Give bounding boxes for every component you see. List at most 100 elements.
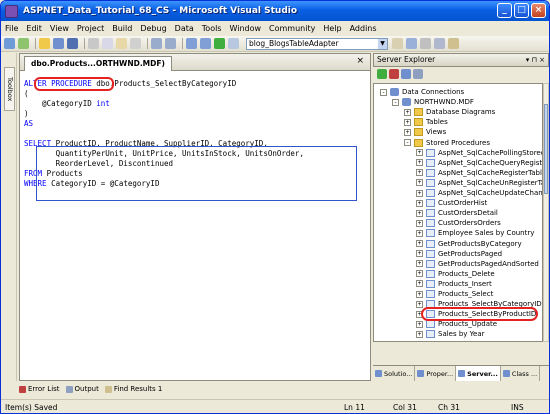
tree-node[interactable]: + GetProductsPaged [416, 249, 502, 259]
open-icon[interactable] [39, 38, 50, 49]
connect-server-icon[interactable] [413, 69, 423, 79]
tree-node[interactable]: + GetProductsPagedAndSorted [416, 259, 539, 269]
expand-icon[interactable]: + [416, 159, 423, 167]
copy-icon[interactable] [102, 38, 113, 49]
expand-icon[interactable]: + [416, 219, 423, 227]
refresh-icon[interactable] [377, 69, 387, 79]
tab-properties[interactable]: Proper... [415, 366, 457, 381]
menu-edit[interactable]: Edit [26, 24, 42, 33]
add-item-icon[interactable] [18, 38, 29, 49]
tab-class-view[interactable]: Class ... [501, 366, 541, 381]
expand-icon[interactable]: + [416, 250, 423, 258]
collapse-icon[interactable]: - [404, 139, 411, 146]
start-debug-icon[interactable] [214, 38, 225, 49]
close-document-icon[interactable]: × [356, 56, 364, 66]
expand-icon[interactable]: + [416, 149, 423, 157]
navigate-forward-icon[interactable] [200, 38, 211, 49]
undo-icon[interactable] [151, 38, 162, 49]
tree-node[interactable]: - Data Connections [380, 87, 464, 97]
tree-node[interactable]: + AspNet_SqlCacheUnRegisterTa [416, 178, 542, 188]
tab-error-list[interactable]: Error List [19, 385, 60, 393]
collapse-icon[interactable]: - [392, 98, 399, 106]
find-in-files-icon[interactable] [392, 38, 403, 49]
expand-icon[interactable]: + [416, 320, 423, 328]
solution-config-icon[interactable] [228, 38, 239, 49]
tree-node[interactable]: + AspNet_SqlCacheQueryRegiste [416, 158, 542, 168]
paste-icon[interactable] [116, 38, 127, 49]
redo-icon[interactable] [165, 38, 176, 49]
document-tab[interactable]: dbo.Products...ORTHWND.MDF) [24, 56, 172, 71]
cut-icon[interactable] [88, 38, 99, 49]
toolbox-icon[interactable] [448, 38, 459, 49]
tree-node[interactable]: + CustOrdersOrders [416, 218, 501, 228]
tab-find-results[interactable]: Find Results 1 [104, 385, 162, 393]
tree-node[interactable]: + AspNet_SqlCacheUpdateChang [416, 188, 542, 198]
expand-icon[interactable]: + [416, 189, 423, 197]
expand-icon[interactable]: + [416, 199, 423, 207]
collapse-icon[interactable]: - [380, 88, 387, 96]
tree-node[interactable]: + Products_Delete [416, 269, 495, 279]
expand-icon[interactable]: + [416, 300, 423, 308]
expand-icon[interactable]: + [416, 280, 423, 288]
menu-project[interactable]: Project [77, 24, 104, 33]
tree-scrollbar[interactable] [543, 83, 549, 342]
expand-icon[interactable]: + [416, 341, 423, 342]
tree-node[interactable]: + CustOrderHist [416, 198, 487, 208]
tree-node[interactable]: + Products_Select [416, 289, 493, 299]
menu-help[interactable]: Help [323, 24, 341, 33]
expand-icon[interactable]: + [404, 108, 411, 116]
expand-icon[interactable]: + [404, 128, 411, 136]
expand-icon[interactable]: + [416, 270, 423, 278]
menu-tools[interactable]: Tools [202, 24, 222, 33]
expand-icon[interactable]: + [416, 179, 423, 187]
tree-node[interactable]: + SalesByCategory [416, 340, 498, 342]
server-explorer-tree[interactable]: - Data Connections - NORTHWND.MDF + Database … [373, 83, 543, 342]
menu-build[interactable]: Build [112, 24, 132, 33]
expand-icon[interactable]: + [416, 330, 423, 338]
delete-icon[interactable] [130, 38, 141, 49]
close-button[interactable]: × [531, 3, 546, 18]
tree-node[interactable]: + Products_Insert [416, 279, 492, 289]
menu-debug[interactable]: Debug [140, 24, 166, 33]
menu-community[interactable]: Community [269, 24, 315, 33]
menu-addins[interactable]: Addins [350, 24, 377, 33]
stop-refresh-icon[interactable] [389, 69, 399, 79]
object-browser-icon[interactable] [434, 38, 445, 49]
save-icon[interactable] [53, 38, 64, 49]
chevron-down-icon[interactable]: ▼ [378, 38, 387, 49]
tree-node[interactable]: + AspNet_SqlCacheRegisterTable [416, 168, 542, 178]
maximize-button[interactable]: □ [514, 3, 529, 18]
tree-node[interactable]: + Employee Sales by Country [416, 228, 534, 238]
properties-icon[interactable] [420, 38, 431, 49]
sql-editor[interactable]: dbo.Products...ORTHWND.MDF) × ALTER PROC… [19, 53, 371, 381]
menu-data[interactable]: Data [175, 24, 194, 33]
expand-icon[interactable]: + [416, 169, 423, 177]
tree-node[interactable]: + Tables [404, 117, 448, 127]
code-line[interactable]: ) [24, 109, 304, 119]
tree-node[interactable]: + Database Diagrams [404, 107, 495, 117]
connect-database-icon[interactable] [401, 69, 411, 79]
expand-icon[interactable]: + [416, 209, 423, 217]
expand-icon[interactable]: + [416, 260, 423, 268]
new-project-icon[interactable] [4, 38, 15, 49]
code-line[interactable]: @CategoryID int [24, 99, 304, 109]
menu-view[interactable]: View [50, 24, 69, 33]
save-all-icon[interactable] [67, 38, 78, 49]
tab-output[interactable]: Output [65, 385, 99, 393]
expand-icon[interactable]: + [416, 229, 423, 237]
tab-solution-explorer[interactable]: Solutio... [373, 366, 416, 381]
tree-node[interactable]: + AspNet_SqlCachePollingStoredF [416, 148, 542, 158]
expand-icon[interactable]: + [416, 290, 423, 298]
code-line[interactable]: AS [24, 119, 304, 129]
navigate-back-icon[interactable] [186, 38, 197, 49]
tree-node[interactable]: + CustOrdersDetail [416, 208, 498, 218]
menu-file[interactable]: File [5, 24, 18, 33]
code-line[interactable] [24, 129, 304, 139]
tree-node[interactable]: + Views [404, 127, 446, 137]
minimize-button[interactable]: _ [497, 3, 512, 18]
tree-node[interactable]: + GetProductsByCategory [416, 239, 522, 249]
panel-pin-close-icons[interactable]: ▾ ⊓ × [526, 54, 545, 66]
tab-server-explorer[interactable]: Server... [456, 366, 501, 381]
tree-node[interactable]: - Stored Procedures [404, 138, 490, 148]
tree-node[interactable]: - NORTHWND.MDF [392, 97, 474, 107]
